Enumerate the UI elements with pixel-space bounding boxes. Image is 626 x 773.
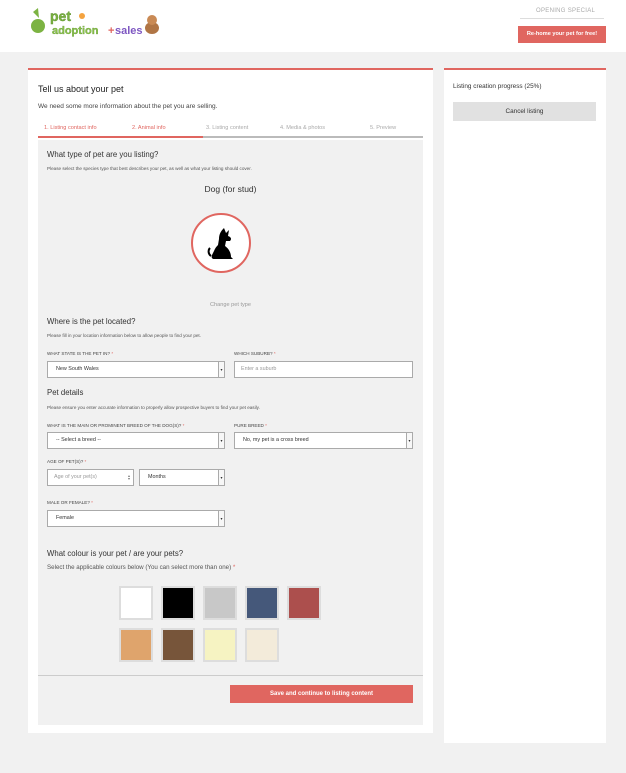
location-heading: Where is the pet located? (47, 317, 136, 326)
age-unit-value: Months (148, 474, 166, 480)
suburb-label-text: WHICH SUBURB? (234, 351, 273, 356)
colour-heading: What colour is your pet / are your pets? (47, 549, 184, 558)
colour-swatch-ginger[interactable] (119, 628, 153, 662)
opening-special-link[interactable]: OPENING SPECIAL (536, 8, 595, 14)
site-header: pet adoption + sales OPENING SPECIAL Re-… (0, 0, 626, 52)
colour-description-text: Select the applicable colours below (You… (47, 564, 232, 571)
state-select[interactable]: New South Wales ▾ (47, 361, 225, 378)
required-marker: * (91, 500, 93, 505)
chevron-down-icon: ▾ (218, 433, 224, 448)
colour-swatch-grey[interactable] (203, 586, 237, 620)
selected-pet-type: Dog (for stud) (204, 184, 257, 194)
pure-breed-label: PURE BREED * (234, 423, 267, 428)
pet-type-selector[interactable] (191, 213, 251, 273)
colour-swatch-blue[interactable] (245, 586, 279, 620)
required-marker: * (84, 459, 87, 464)
required-marker: * (232, 564, 236, 571)
pet-adoption-sales-logo[interactable]: pet adoption + sales (30, 6, 162, 38)
colour-swatch-black[interactable] (161, 586, 195, 620)
svg-text:sales: sales (115, 25, 143, 37)
age-unit-select[interactable]: Months ▾ (139, 469, 225, 486)
cancel-listing-button[interactable]: Cancel listing (453, 102, 596, 121)
pet-type-description: Please select the species type that best… (47, 166, 252, 171)
rehome-pet-button[interactable]: Re-home your pet for free! (518, 26, 606, 43)
change-pet-type-link[interactable]: Change pet type (38, 302, 423, 308)
suburb-label: WHICH SUBURB? * (234, 351, 276, 356)
steps-progress-underline (38, 136, 203, 138)
listing-progress-label: Listing creation progress (25%) (453, 83, 542, 90)
colour-description: Select the applicable colours below (You… (47, 564, 235, 571)
chevron-down-icon: ▾ (218, 511, 224, 526)
breed-label-text: WHAT IS THE MAIN OR PROMINENT BREED OF T… (47, 423, 182, 428)
chevron-down-icon: ▾ (218, 362, 224, 377)
required-marker: * (111, 351, 114, 356)
age-label-text: AGE OF PET(S)? (47, 459, 84, 464)
pet-details-description: Please ensure you enter accurate informa… (47, 405, 260, 410)
breed-label: WHAT IS THE MAIN OR PROMINENT BREED OF T… (47, 423, 184, 428)
page-title: Tell us about your pet (38, 84, 124, 94)
save-continue-button[interactable]: Save and continue to listing content (230, 685, 413, 703)
svg-text:adoption: adoption (52, 25, 99, 37)
breed-select[interactable]: -- Select a breed -- ▾ (47, 432, 225, 449)
step-listing-content[interactable]: 3. Listing content (206, 125, 248, 131)
state-select-value: New South Wales (56, 366, 99, 372)
pure-breed-select[interactable]: No, my pet is a cross breed ▾ (234, 432, 413, 449)
svg-text:pet: pet (50, 8, 71, 24)
step-animal-info[interactable]: 2. Animal info (132, 125, 166, 131)
age-input-placeholder: Age of your pet(s) (54, 474, 97, 480)
colour-swatch-white[interactable] (119, 586, 153, 620)
step-listing-contact-info[interactable]: 1. Listing contact info (44, 125, 97, 131)
suburb-input[interactable]: Enter a suburb (234, 361, 413, 378)
pure-breed-label-text: PURE BREED (234, 423, 264, 428)
listing-steps-tabs: 1. Listing contact info 2. Animal info 3… (38, 124, 423, 138)
pure-breed-select-value: No, my pet is a cross breed (243, 437, 309, 443)
required-marker: * (273, 351, 276, 356)
listing-form-panel: Tell us about your pet We need some more… (28, 68, 433, 733)
breed-select-value: -- Select a breed -- (56, 437, 101, 443)
animal-info-form: What type of pet are you listing? Please… (38, 140, 423, 725)
state-label: WHAT STATE IS THE PET IN? * (47, 351, 113, 356)
sex-select[interactable]: Female ▾ (47, 510, 225, 527)
colour-swatch-red[interactable] (287, 586, 321, 620)
colour-swatch-fawn[interactable] (245, 628, 279, 662)
chevron-down-icon: ▾ (406, 433, 412, 448)
sex-select-value: Female (56, 515, 74, 521)
chevron-down-icon: ▾ (218, 470, 224, 485)
dog-icon (207, 228, 233, 259)
number-stepper-icon[interactable]: ▴ ▾ (128, 474, 130, 481)
form-divider (38, 675, 423, 676)
colour-swatch-brown[interactable] (161, 628, 195, 662)
required-marker: * (265, 423, 267, 428)
step-media-photos[interactable]: 4. Media & photos (280, 125, 325, 131)
required-marker: * (182, 423, 185, 428)
sex-label: MALE OR FEMALE? * (47, 500, 93, 505)
age-label: AGE OF PET(S)? * (47, 459, 86, 464)
colour-swatch-cream[interactable] (203, 628, 237, 662)
opening-special-divider (520, 18, 604, 19)
sex-label-text: MALE OR FEMALE? (47, 500, 90, 505)
svg-text:+: + (108, 25, 114, 37)
page-subtitle: We need some more information about the … (38, 103, 218, 110)
step-preview[interactable]: 5. Preview (370, 125, 396, 131)
location-description: Please fill in your location information… (47, 333, 201, 338)
pet-details-heading: Pet details (47, 388, 84, 397)
listing-progress-panel: Listing creation progress (25%) Cancel l… (444, 68, 606, 743)
state-label-text: WHAT STATE IS THE PET IN? (47, 351, 111, 356)
pet-type-heading: What type of pet are you listing? (47, 150, 159, 159)
age-input[interactable]: Age of your pet(s) ▴ ▾ (47, 469, 134, 486)
